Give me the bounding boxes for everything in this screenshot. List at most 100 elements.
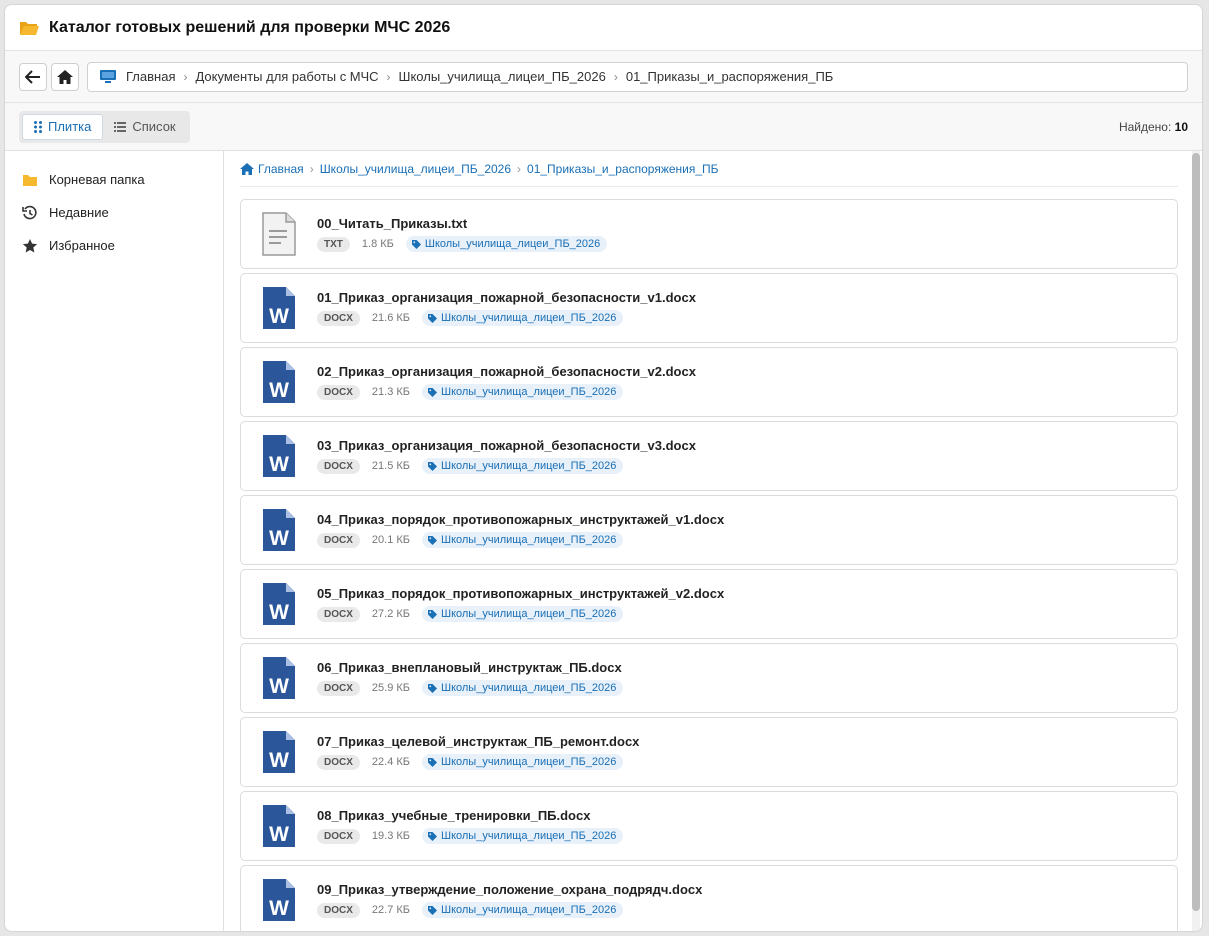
address-part[interactable]: 01_Приказы_и_распоряжения_ПБ (626, 69, 833, 84)
file-tag-label: Школы_училища_лицеи_ПБ_2026 (441, 756, 617, 768)
back-button[interactable] (19, 62, 47, 91)
file-card[interactable]: W 03_Приказ_организация_пожарной_безопас… (240, 421, 1178, 491)
file-type-badge: DOCX (317, 384, 360, 400)
file-meta: TXT 1.8 КБ Школы_училища_лицеи_ПБ_2026 (317, 236, 608, 252)
file-type-badge: DOCX (317, 902, 360, 918)
file-name[interactable]: 08_Приказ_учебные_тренировки_ПБ.docx (317, 808, 623, 823)
file-meta: DOCX 21.3 КБ Школы_училища_лицеи_ПБ_2026 (317, 384, 696, 400)
tag-icon (411, 239, 421, 249)
file-type-badge: DOCX (317, 680, 360, 696)
file-info: 04_Приказ_порядок_противопожарных_инстру… (317, 512, 724, 548)
vertical-scrollbar[interactable] (1192, 151, 1200, 931)
found-label: Найдено: (1118, 119, 1172, 134)
breadcrumb-item[interactable]: Школы_училища_лицеи_ПБ_2026 (320, 162, 511, 176)
sidebar-item-favorites[interactable]: Избранное (5, 229, 223, 262)
svg-text:W: W (269, 675, 289, 698)
word-document-icon: W (263, 805, 295, 847)
file-name[interactable]: 06_Приказ_внеплановый_инструктаж_ПБ.docx (317, 660, 623, 675)
sidebar-item-root[interactable]: Корневая папка (5, 163, 223, 196)
scrollbar-thumb[interactable] (1192, 153, 1200, 911)
list-view-button[interactable]: Список (103, 114, 186, 140)
file-info: 01_Приказ_организация_пожарной_безопасно… (317, 290, 696, 326)
file-card[interactable]: W 01_Приказ_организация_пожарной_безопас… (240, 273, 1178, 343)
file-name[interactable]: 09_Приказ_утверждение_положение_охрана_п… (317, 882, 702, 897)
address-part[interactable]: Школы_училища_лицеи_ПБ_2026 (399, 69, 606, 84)
file-meta: DOCX 21.6 КБ Школы_училища_лицеи_ПБ_2026 (317, 310, 696, 326)
address-part[interactable]: Главная (126, 69, 175, 84)
svg-text:W: W (269, 453, 289, 476)
file-meta: DOCX 22.7 КБ Школы_училища_лицеи_ПБ_2026 (317, 902, 702, 918)
arrow-left-icon (25, 69, 40, 84)
history-icon (22, 205, 37, 219)
file-tag[interactable]: Школы_училища_лицеи_ПБ_2026 (422, 532, 624, 548)
file-size: 27.2 КБ (371, 608, 410, 620)
file-tag-label: Школы_училища_лицеи_ПБ_2026 (441, 386, 617, 398)
file-info: 08_Приказ_учебные_тренировки_ПБ.docx DOCX… (317, 808, 624, 844)
file-name[interactable]: 07_Приказ_целевой_инструктаж_ПБ_ремонт.d… (317, 734, 639, 749)
file-tag[interactable]: Школы_училища_лицеи_ПБ_2026 (422, 680, 624, 696)
file-tag[interactable]: Школы_училища_лицеи_ПБ_2026 (422, 384, 624, 400)
file-type-badge: TXT (317, 236, 350, 252)
file-tag[interactable]: Школы_училища_лицеи_ПБ_2026 (422, 458, 624, 474)
breadcrumb-item[interactable]: 01_Приказы_и_распоряжения_ПБ (527, 162, 719, 176)
file-tag[interactable]: Школы_училища_лицеи_ПБ_2026 (405, 236, 608, 252)
file-info: 02_Приказ_организация_пожарной_безопасно… (317, 364, 696, 400)
file-card[interactable]: W 04_Приказ_порядок_противопожарных_инст… (240, 495, 1178, 565)
file-tag-label: Школы_училища_лицеи_ПБ_2026 (441, 534, 617, 546)
file-name[interactable]: 01_Приказ_организация_пожарной_безопасно… (317, 290, 696, 305)
file-info: 05_Приказ_порядок_противопожарных_инстру… (317, 586, 724, 622)
file-card[interactable]: W 02_Приказ_организация_пожарной_безопас… (240, 347, 1178, 417)
file-card[interactable]: W 07_Приказ_целевой_инструктаж_ПБ_ремонт… (240, 717, 1178, 787)
file-name[interactable]: 03_Приказ_организация_пожарной_безопасно… (317, 438, 696, 453)
file-tag-label: Школы_училища_лицеи_ПБ_2026 (441, 460, 617, 472)
file-name[interactable]: 05_Приказ_порядок_противопожарных_инстру… (317, 586, 724, 601)
app-window: Каталог готовых решений для проверки МЧС… (4, 4, 1203, 932)
tag-icon (428, 387, 437, 397)
tile-view-button[interactable]: Плитка (22, 113, 104, 140)
file-card[interactable]: W 09_Приказ_утверждение_положение_охрана… (240, 865, 1178, 931)
file-tag[interactable]: Школы_училища_лицеи_ПБ_2026 (422, 828, 624, 844)
file-tag-label: Школы_училища_лицеи_ПБ_2026 (441, 312, 617, 324)
tag-icon (428, 905, 437, 915)
view-toggle: Плитка Список (19, 110, 190, 143)
file-tag-label: Школы_училища_лицеи_ПБ_2026 (441, 904, 617, 916)
file-info: 03_Приказ_организация_пожарной_безопасно… (317, 438, 696, 474)
list-icon (114, 121, 127, 132)
file-tag-label: Школы_училища_лицеи_ПБ_2026 (441, 682, 617, 694)
file-tag[interactable]: Школы_училища_лицеи_ПБ_2026 (422, 754, 624, 770)
sidebar-item-recent[interactable]: Недавние (5, 196, 223, 229)
home-button[interactable] (51, 62, 79, 91)
file-name[interactable]: 02_Приказ_организация_пожарной_безопасно… (317, 364, 696, 379)
file-tag-label: Школы_училища_лицеи_ПБ_2026 (441, 830, 617, 842)
word-document-icon: W (263, 731, 295, 773)
file-name[interactable]: 04_Приказ_порядок_противопожарных_инстру… (317, 512, 724, 527)
file-card[interactable]: 00_Читать_Приказы.txt TXT 1.8 КБ Школы_учил… (240, 199, 1178, 269)
sidebar: Корневая папка Недавние Избранное (5, 151, 224, 931)
file-size: 21.3 КБ (371, 386, 410, 398)
file-size: 1.8 КБ (361, 238, 394, 250)
file-type-badge: DOCX (317, 754, 360, 770)
file-info: 07_Приказ_целевой_инструктаж_ПБ_ремонт.d… (317, 734, 639, 770)
address-bar[interactable]: Главная › Документы для работы с МЧС › Ш… (87, 61, 1188, 92)
toolbar: Плитка Список Найдено: 10 (5, 103, 1202, 151)
file-tag[interactable]: Школы_училища_лицеи_ПБ_2026 (422, 310, 624, 326)
address-separator: › (183, 69, 188, 84)
file-size: 22.7 КБ (371, 904, 410, 916)
file-tag[interactable]: Школы_училища_лицеи_ПБ_2026 (422, 902, 624, 918)
svg-text:W: W (269, 379, 289, 402)
window-title: Каталог готовых решений для проверки МЧС… (49, 18, 451, 36)
file-type-badge: DOCX (317, 828, 360, 844)
breadcrumb-item[interactable]: Главная (258, 162, 304, 176)
file-type-badge: DOCX (317, 532, 360, 548)
file-card[interactable]: W 05_Приказ_порядок_противопожарных_инст… (240, 569, 1178, 639)
file-card[interactable]: W 06_Приказ_внеплановый_инструктаж_ПБ.do… (240, 643, 1178, 713)
sidebar-item-label: Избранное (49, 238, 115, 253)
svg-text:W: W (269, 527, 289, 550)
tag-icon (428, 535, 437, 545)
svg-text:W: W (269, 749, 289, 772)
svg-text:W: W (269, 305, 289, 328)
file-card[interactable]: W 08_Приказ_учебные_тренировки_ПБ.docx DO… (240, 791, 1178, 861)
file-name[interactable]: 00_Читать_Приказы.txt (317, 216, 607, 231)
address-part[interactable]: Документы для работы с МЧС (195, 69, 378, 84)
file-tag[interactable]: Школы_училища_лицеи_ПБ_2026 (422, 606, 624, 622)
